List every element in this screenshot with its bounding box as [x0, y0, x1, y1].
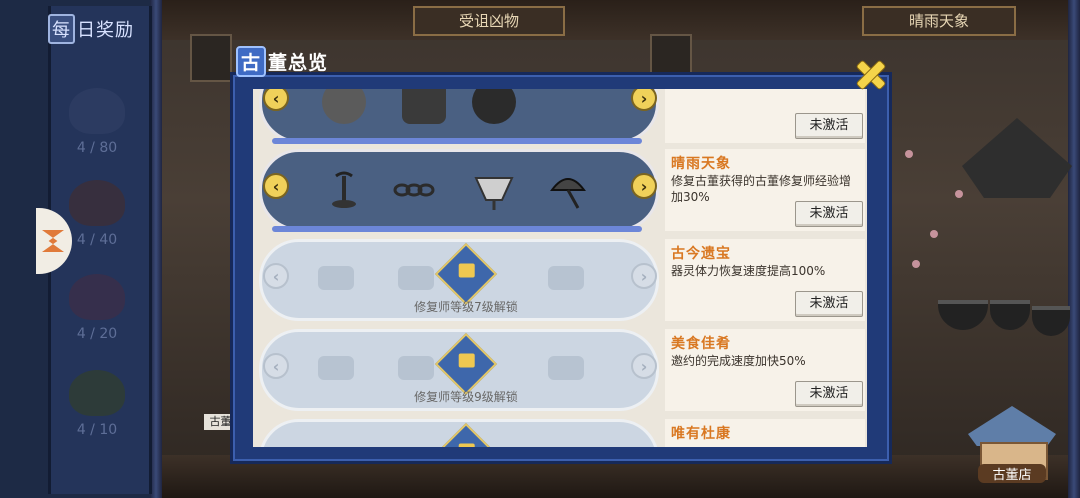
collapse-arrow-icon [42, 230, 64, 252]
antique-set-row: 修复师等级9级解锁 ‹ › 美食佳肴 邀约的完成速度加快50% 未激活 [257, 327, 865, 413]
chain-icon[interactable] [392, 168, 436, 212]
locked-item-icon [548, 266, 584, 290]
inactive-button[interactable]: 未激活 [795, 381, 863, 407]
lock-icon [434, 332, 498, 396]
antique-set-row: ‹ › 晴雨天象 修复古董获得的古董修复师经验增加30% 未激活 [257, 147, 865, 233]
blossom-decoration [955, 190, 963, 198]
chevron-right-icon: › [631, 263, 657, 289]
set-info: 晴雨天象 修复古董获得的古董修复师经验增加30% 未激活 [665, 149, 865, 231]
reward-thumb-icon [69, 274, 125, 320]
daily-reward-title[interactable]: 每日奖励 [48, 14, 148, 44]
antique-set-row: 唯有杜康 [257, 417, 865, 447]
set-desc: 邀约的完成速度加快50% [671, 354, 806, 368]
sign-cursed-items[interactable]: 受诅凶物 [413, 6, 565, 36]
chevron-left-icon[interactable]: ‹ [263, 173, 289, 199]
set-desc: 器灵体力恢复速度提高100% [671, 264, 826, 278]
antique-set-row: 修复师等级7级解锁 ‹ › 古今遗宝 器灵体力恢复速度提高100% 未激活 [257, 237, 865, 323]
candle-stand-icon[interactable] [322, 168, 366, 212]
inactive-button[interactable]: 未激活 [795, 201, 863, 227]
reward-thumb-icon [69, 88, 125, 134]
title-text: 董总览 [268, 52, 329, 74]
reward-count: 4 / 80 [76, 140, 118, 156]
set-name: 晴雨天象 [671, 156, 731, 172]
set-info: 未激活 [665, 89, 865, 143]
shop-roof-icon [968, 406, 1056, 446]
title-badge: 古 [236, 46, 267, 77]
lantern-icon [190, 34, 232, 82]
antique-item-icon[interactable] [472, 89, 516, 124]
set-info: 唯有杜康 [665, 419, 865, 447]
antique-set-row: ‹ › 未激活 [257, 89, 865, 145]
item-carousel[interactable] [259, 419, 659, 447]
blossom-decoration [930, 230, 938, 238]
chevron-left-icon: ‹ [263, 353, 289, 379]
reward-count: 4 / 40 [76, 232, 118, 248]
set-name: 美食佳肴 [671, 336, 731, 352]
locked-item-icon [398, 356, 434, 380]
item-carousel[interactable] [259, 149, 659, 232]
item-carousel[interactable]: 修复师等级9级解锁 [259, 329, 659, 411]
daily-badge: 每 [48, 14, 75, 44]
reward-thumb-icon [69, 180, 125, 226]
daily-reward-item[interactable]: 4 / 80 [62, 88, 132, 178]
daily-reward-item[interactable]: 4 / 10 [62, 370, 132, 460]
inactive-button[interactable]: 未激活 [795, 291, 863, 317]
carousel-progress [272, 226, 642, 232]
chevron-right-icon[interactable]: › [631, 173, 657, 199]
daily-reward-item[interactable]: 4 / 20 [62, 274, 132, 364]
reward-count: 4 / 20 [76, 326, 118, 342]
reward-count: 4 / 10 [76, 422, 118, 438]
inactive-button[interactable]: 未激活 [795, 113, 863, 139]
chevron-left-icon: ‹ [263, 263, 289, 289]
antique-list[interactable]: ‹ › 未激活 ‹ › 晴雨天象 修复古董获得的古董修复师经验增加30% 未激活… [253, 89, 867, 447]
antique-shop-button[interactable]: 古董店 [968, 406, 1056, 486]
item-carousel[interactable]: 修复师等级7级解锁 [259, 239, 659, 321]
antique-item-icon[interactable] [322, 89, 366, 124]
set-info: 古今遗宝 器灵体力恢复速度提高100% 未激活 [665, 239, 865, 321]
sign-weather-phenomena[interactable]: 晴雨天象 [862, 6, 1016, 36]
reward-thumb-icon [69, 370, 125, 416]
umbrella-icon[interactable] [546, 168, 590, 212]
unlock-requirement: 修复师等级7级解锁 [414, 300, 518, 314]
set-info: 美食佳肴 邀约的完成速度加快50% 未激活 [665, 329, 865, 411]
set-name: 古今遗宝 [671, 246, 731, 262]
chevron-right-icon: › [631, 353, 657, 379]
blossom-decoration [912, 260, 920, 268]
locked-item-icon [548, 356, 584, 380]
shop-label: 古董店 [978, 464, 1046, 483]
unlock-requirement: 修复师等级9级解锁 [414, 390, 518, 404]
daily-reward-item[interactable]: 4 / 40 [62, 180, 132, 270]
blossom-decoration [905, 150, 913, 158]
fan-umbrella-icon[interactable] [472, 168, 516, 212]
close-button[interactable] [850, 56, 887, 91]
pillar-right [1068, 0, 1080, 498]
set-name: 唯有杜康 [671, 426, 731, 442]
locked-item-icon [398, 266, 434, 290]
modal-title: 古董总览 [236, 46, 329, 77]
lock-icon [434, 242, 498, 306]
antique-overview-modal: ‹ › 未激活 ‹ › 晴雨天象 修复古董获得的古董修复师经验增加30% 未激活… [230, 72, 892, 464]
locked-item-icon [318, 266, 354, 290]
item-carousel[interactable] [259, 89, 659, 144]
carousel-progress [272, 138, 642, 144]
locked-item-icon [318, 356, 354, 380]
antique-item-icon[interactable] [402, 89, 446, 124]
lock-icon [434, 422, 498, 447]
daily-title-text: 日奖励 [77, 20, 134, 41]
